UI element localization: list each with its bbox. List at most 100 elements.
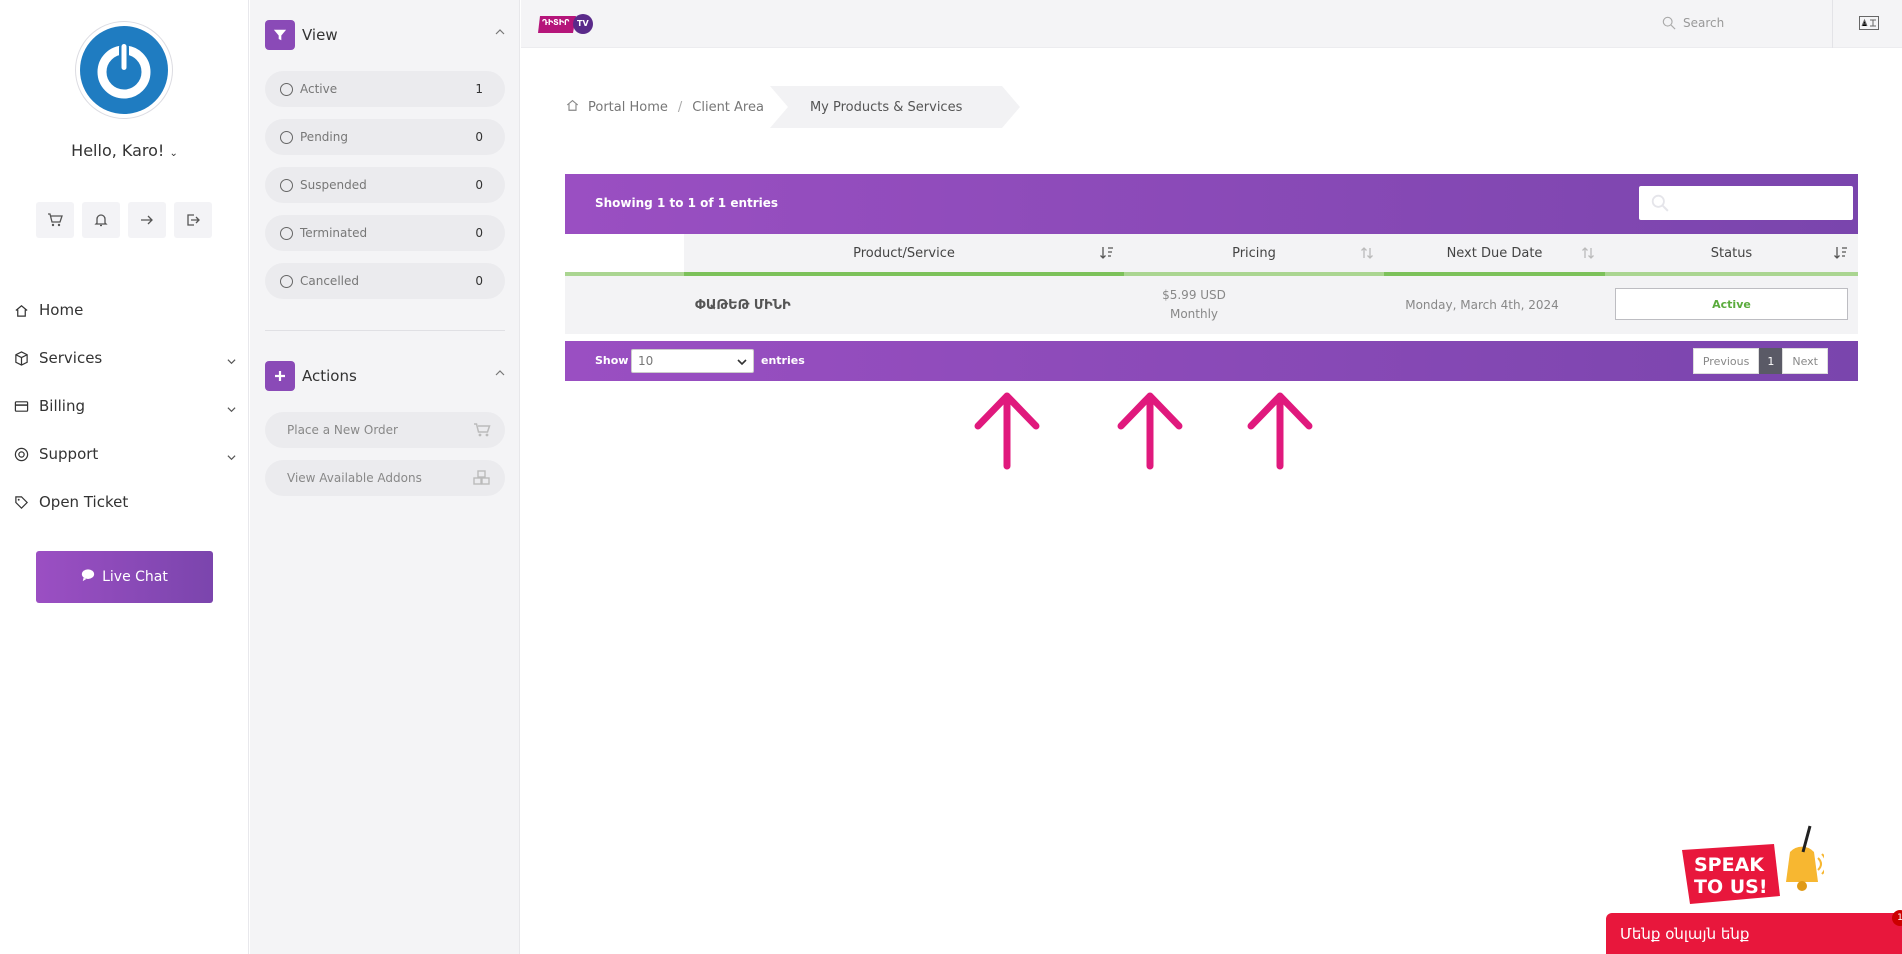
live-chat-button[interactable]: Live Chat [36,551,213,603]
breadcrumb-client-area[interactable]: Client Area [692,100,764,115]
nav-open-ticket[interactable]: Open Ticket [14,478,236,526]
top-header: ԴԻՏԻՐ TV Search [521,0,1902,48]
filter-pending[interactable]: Pending 0 [265,119,505,155]
header-search[interactable]: Search [1662,16,1724,30]
filter-count: 1 [475,82,483,96]
speak-line-2: TO US! [1694,876,1768,898]
nav-support[interactable]: Support [14,430,236,478]
box-icon [14,350,30,366]
column-header-product[interactable]: Product/Service [684,234,1124,276]
arrow-right-icon [141,215,153,225]
nav-home[interactable]: Home [14,286,236,334]
billing-cycle: Monthly [1169,307,1219,321]
cart-icon [48,213,63,227]
chevron-down-icon [737,356,747,370]
brand-logo[interactable]: ԴԻՏԻՐ TV [537,12,595,36]
filter-count: 0 [475,274,483,288]
arrow-up-icon [974,392,1040,470]
chat-bubble-icon [81,568,95,586]
panel-divider [265,330,505,331]
search-placeholder: Search [1683,16,1725,30]
column-label: Product/Service [853,245,955,261]
logout-icon [187,214,200,226]
filter-count: 0 [475,130,483,144]
filter-suspended[interactable]: Suspended 0 [265,167,505,203]
column-label: Next Due Date [1446,245,1543,261]
action-label: View Available Addons [287,471,422,485]
previous-button[interactable]: Previous [1692,348,1760,374]
filter-cancelled[interactable]: Cancelled 0 [265,263,505,299]
radio-icon [280,130,293,144]
table-search-input[interactable] [1639,186,1853,220]
chat-widget-bar[interactable]: Մենք օնլայն ենք 1 [1606,910,1902,954]
breadcrumb-portal-home[interactable]: Portal Home [588,100,668,115]
pagination: Previous 1 Next [1692,348,1828,374]
speak-to-us-badge[interactable]: SPEAK TO US! [1678,822,1828,918]
nav-billing[interactable]: Billing [14,382,236,430]
credit-card-icon [14,399,30,414]
avatar[interactable] [76,22,172,118]
view-header[interactable]: View [265,20,505,50]
power-logo-icon [80,26,168,114]
page-size-value: 10 [638,354,654,368]
live-chat-label: Live Chat [102,569,168,585]
column-header-blank [565,234,684,276]
view-title: View [302,26,338,44]
breadcrumb-separator: / [677,99,683,115]
header-divider [1832,0,1833,48]
nav-services-label: Services [39,349,103,367]
table-row[interactable]: ՓԱԹԵԹ ՄԻՆԻ $5.99 USD Monthly Monday, Mar… [565,276,1858,334]
plus-icon [265,361,295,391]
logo-text: ԴԻՏԻՐ [542,18,570,27]
page-1-button[interactable]: 1 [1759,348,1783,374]
user-greeting[interactable]: Hello, Karo! ⌄ [0,141,249,160]
nav-billing-label: Billing [39,397,85,415]
nav-services[interactable]: Services [14,334,236,382]
chevron-down-icon [227,352,236,370]
status-badge: Active [1615,288,1848,320]
forward-button[interactable] [128,202,166,238]
logout-button[interactable] [174,202,212,238]
filter-count: 0 [475,226,483,240]
price-amount: $5.99 USD [1162,288,1226,302]
chat-status-label: Մենք օնլայն ենք [1620,924,1750,943]
language-icon [1859,16,1879,30]
entries-label: entries [761,354,805,367]
cart-icon [473,422,491,441]
next-button[interactable]: Next [1782,348,1828,374]
filter-terminated[interactable]: Terminated 0 [265,215,505,251]
search-icon [1651,194,1669,212]
table-info: Showing 1 to 1 of 1 entries [595,196,779,210]
column-header-pricing[interactable]: Pricing [1124,234,1384,276]
column-header-status[interactable]: Status [1605,234,1858,276]
filter-panel: View Active 1 Pending 0 Suspended 0 Term… [250,0,520,954]
place-new-order-button[interactable]: Place a New Order [265,412,505,448]
page-size-select[interactable]: 10 [631,349,754,373]
sort-desc-icon [1100,246,1114,264]
radio-icon [280,274,293,288]
cart-button[interactable] [36,202,74,238]
show-label: Show [595,354,629,367]
notifications-button[interactable] [82,202,120,238]
greeting-text: Hello, Karo! [71,141,165,160]
filter-label: Active [300,82,338,96]
filter-active[interactable]: Active 1 [265,71,505,107]
chevron-up-icon [495,367,505,382]
lifebuoy-icon [14,447,30,462]
logo-badge: TV [577,19,589,28]
cubes-icon [473,470,491,489]
actions-title: Actions [302,367,357,385]
column-header-due-date[interactable]: Next Due Date [1384,234,1605,276]
language-switcher[interactable] [1859,16,1879,34]
filter-label: Cancelled [300,274,359,288]
action-label: Place a New Order [287,423,398,437]
view-addons-button[interactable]: View Available Addons [265,460,505,496]
table-toolbar: Showing 1 to 1 of 1 entries [565,174,1858,234]
nav-support-label: Support [39,445,99,463]
radio-icon [280,82,293,96]
radio-icon [280,226,293,240]
chevron-up-icon [495,26,505,41]
filter-label: Pending [300,130,348,144]
actions-header[interactable]: Actions [265,361,505,391]
main-nav: Home Services Billing Support Open Ticke… [14,286,236,526]
